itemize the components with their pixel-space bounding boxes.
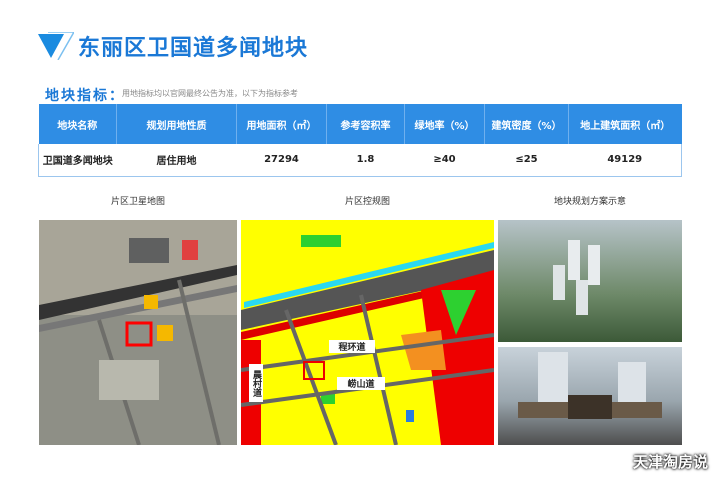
col-header: 建筑密度（%） [484,104,569,144]
render-caption: 地块规划方案示意 [553,197,626,207]
control-plan-drawing [241,220,494,445]
cell-gfa: 49129 [568,144,682,177]
watermark: 天津淘房说 [632,453,708,471]
triangle-logo-icon [38,32,74,60]
road-label: 晨村道 [249,364,263,402]
col-header: 地上建筑面积（㎡） [568,104,682,144]
control-plan-map-image: 程环道 崂山道 晨村道 [241,220,494,445]
col-header: 参考容积率 [326,104,405,144]
cell-use: 居住用地 [116,144,237,177]
cell-green: ≥40 [404,144,485,177]
section-note: 用地指标均以官网最终公告为准，以下为指标参考 [122,89,298,98]
entrance-rendering-drawing [518,352,662,419]
plan-rendering-aerial-image [498,220,682,342]
cell-far: 1.8 [326,144,405,177]
cell-area: 27294 [236,144,327,177]
table-row: 卫国道多闻地块 居住用地 27294 1.8 ≥40 ≤25 49129 [38,144,682,177]
aerial-rendering-drawing [553,240,600,315]
section-heading: 地块指标： [45,88,125,104]
page-title: 东丽区卫国道多闻地块 [78,36,309,61]
road-label: 崂山道 [337,377,385,390]
satellite-map-image [39,220,237,445]
col-header: 规划用地性质 [116,104,237,144]
col-header: 用地面积（㎡） [236,104,327,144]
col-header: 地块名称 [38,104,117,144]
col-header: 绿地率（%） [404,104,485,144]
satellite-caption: 片区卫星地图 [110,197,165,207]
indicator-table: 地块名称 规划用地性质 用地面积（㎡） 参考容积率 绿地率（%） 建筑密度（%）… [38,104,682,177]
cell-name: 卫国道多闻地块 [38,144,117,177]
plan-rendering-entrance-image [498,347,682,445]
control-caption: 片区控规图 [344,197,390,207]
satellite-map-drawing [39,220,237,445]
road-label: 程环道 [329,340,375,353]
cell-density: ≤25 [484,144,569,177]
